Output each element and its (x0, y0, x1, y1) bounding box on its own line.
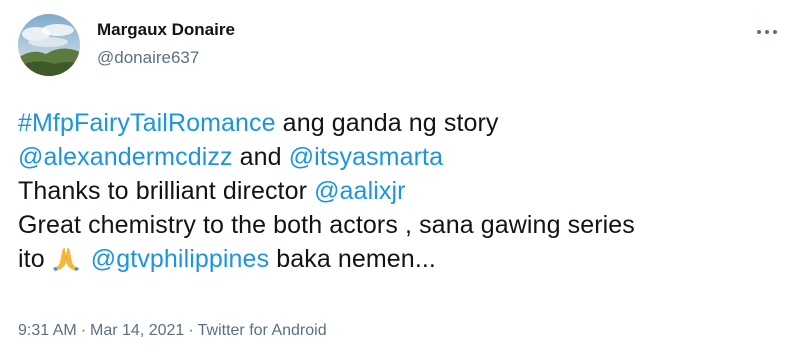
author-handle[interactable]: @donaire637 (97, 48, 199, 68)
more-options-icon[interactable] (748, 18, 786, 46)
author-avatar[interactable] (18, 14, 80, 76)
tweet-text-segment: Thanks to brilliant director (18, 177, 315, 205)
tweet-text-segment: Great chemistry to the both actors , san… (18, 211, 635, 239)
tweet-date[interactable]: Mar 14, 2021 (90, 322, 184, 339)
tweet-source[interactable]: Twitter for Android (198, 322, 327, 339)
folded-hands-icon (52, 244, 80, 281)
mention-link[interactable]: @itsyasmarta (289, 143, 443, 171)
author-name[interactable]: Margaux Donaire (97, 20, 235, 40)
tweet-text-segment: ang ganda ng story (275, 109, 499, 137)
tweet-metadata: 9:31 AM · Mar 14, 2021 · Twitter for Android (18, 322, 327, 340)
mention-link[interactable]: @alexandermcdizz (18, 143, 233, 171)
mention-link[interactable]: @aalixjr (314, 177, 405, 205)
tweet-line: Great chemistry to the both actors , san… (18, 208, 788, 242)
tweet-card: Margaux Donaire @donaire637 #MfpFairyTai… (0, 0, 800, 364)
tweet-line: #MfpFairyTailRomance ang ganda ng story (18, 106, 788, 140)
tweet-text-segment (84, 245, 91, 273)
mention-link[interactable]: @gtvphilippines (91, 245, 269, 273)
tweet-text: #MfpFairyTailRomance ang ganda ng story @… (18, 106, 788, 281)
meta-separator: · (188, 322, 194, 339)
landscape-avatar-icon (18, 14, 80, 76)
tweet-line: Thanks to brilliant director @aalixjr (18, 174, 788, 208)
tweet-line: ito @gtvphilippines baka nemen... (18, 242, 788, 281)
meta-separator: · (80, 322, 87, 339)
tweet-text-segment: and (232, 143, 289, 171)
tweet-line: @alexandermcdizz and @itsyasmarta (18, 140, 788, 174)
hashtag-link[interactable]: #MfpFairyTailRomance (18, 109, 276, 137)
tweet-text-segment: ito (18, 245, 52, 273)
tweet-text-segment: baka nemen... (269, 245, 436, 273)
tweet-time[interactable]: 9:31 AM (18, 322, 77, 339)
